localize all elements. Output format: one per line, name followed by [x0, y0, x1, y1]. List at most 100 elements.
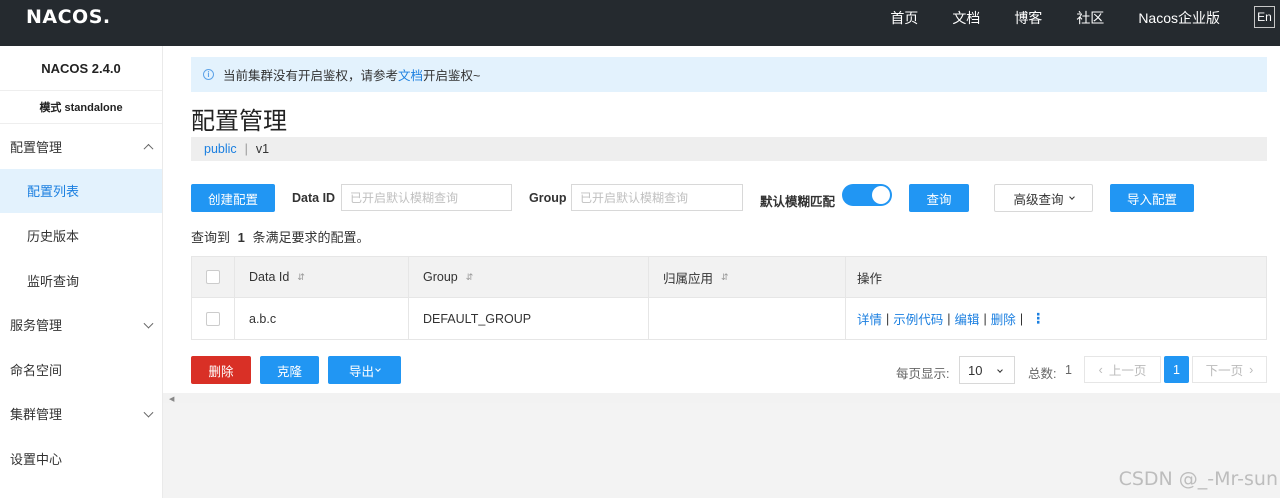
batch-delete-button[interactable]: 删除 — [191, 356, 251, 384]
notice-doc-link[interactable]: 文档 — [398, 65, 423, 84]
sidebar-item-label: 历史版本 — [27, 228, 80, 244]
namespace-link[interactable]: public — [204, 142, 237, 156]
per-page-label: 每页显示: — [896, 367, 950, 381]
cell-group: DEFAULT_GROUP — [409, 298, 649, 339]
table-header: Data Id ⇵ Group ⇵ 归属应用 ⇵ 操作 — [192, 257, 1266, 298]
chevron-down-icon — [997, 367, 1003, 373]
footer-area: CSDN @_-Mr-sun — [163, 403, 1280, 498]
nav-home[interactable]: 首页 — [890, 8, 918, 28]
group-label: Group — [529, 191, 567, 205]
header-ops: 操作 — [846, 257, 1266, 297]
tenant-label[interactable]: v1 — [256, 142, 269, 156]
op-separator: | — [947, 311, 951, 326]
sidebar-item-label: 配置列表 — [27, 184, 80, 200]
sidebar-item-settings[interactable]: 设置中心 — [0, 436, 162, 481]
clone-button[interactable]: 克隆 — [260, 356, 319, 384]
row-check-cell — [192, 298, 235, 339]
next-page-button[interactable]: 下一页 › — [1192, 356, 1267, 383]
csdn-watermark: CSDN @_-Mr-sun — [1118, 468, 1278, 490]
sort-icon[interactable]: ⇵ — [297, 272, 305, 283]
chevron-down-icon — [1068, 193, 1075, 200]
chevron-left-icon: ‹ — [1098, 362, 1103, 377]
top-navbar: NACOS. 首页 文档 博客 社区 Nacos企业版 En — [0, 0, 1280, 46]
header-label: Data Id — [249, 270, 290, 284]
nacos-logo[interactable]: NACOS. — [26, 6, 111, 28]
op-separator: | — [983, 311, 987, 326]
per-page-select[interactable]: 10 — [959, 356, 1015, 384]
sidebar-item-config-list[interactable]: 配置列表 — [0, 168, 162, 214]
import-config-button[interactable]: 导入配置 — [1110, 184, 1194, 212]
notice-prefix: 当前集群没有开启鉴权，请参考 — [223, 69, 399, 83]
header-label: 归属应用 — [663, 271, 714, 286]
search-button[interactable]: 查询 — [909, 184, 969, 212]
delete-link[interactable]: 删除 — [991, 309, 1016, 328]
nav-community[interactable]: 社区 — [1076, 8, 1104, 28]
result-summary: 查询到 1 条满足要求的配置。 — [191, 227, 370, 246]
per-page-value: 10 — [968, 362, 983, 378]
table-row: a.b.c DEFAULT_GROUP 详情 | 示例代码 | 编辑 | 删除 … — [192, 298, 1266, 339]
nav-docs[interactable]: 文档 — [952, 8, 980, 28]
header-dataid[interactable]: Data Id ⇵ — [235, 257, 409, 297]
cell-dataid: a.b.c — [235, 298, 409, 339]
edit-link[interactable]: 编辑 — [955, 309, 980, 328]
sidebar-item-label: 配置管理 — [10, 139, 63, 155]
prev-page-label: 上一页 — [1108, 364, 1147, 378]
header-label: Group — [423, 270, 458, 284]
row-checkbox[interactable] — [206, 311, 220, 326]
sidebar-item-label: 集群管理 — [10, 407, 63, 423]
more-vertical-icon[interactable]: ⋮ — [1031, 310, 1045, 327]
select-all-checkbox[interactable] — [206, 270, 220, 284]
notice-suffix: 开启鉴权~ — [423, 69, 481, 83]
detail-link[interactable]: 详情 — [857, 309, 882, 328]
op-separator: | — [886, 311, 890, 326]
header-check-cell — [192, 257, 235, 297]
sidebar-item-listener-query[interactable]: 监听查询 — [0, 258, 162, 303]
sample-code-link[interactable]: 示例代码 — [893, 309, 943, 328]
header-app[interactable]: 归属应用 ⇵ — [649, 257, 846, 297]
nav-blog[interactable]: 博客 — [1014, 8, 1042, 28]
sidebar-item-config-management[interactable]: 配置管理 — [0, 124, 162, 169]
scroll-left-icon[interactable]: ◀ — [169, 395, 174, 403]
export-button[interactable]: 导出 — [328, 356, 401, 384]
cell-app — [649, 298, 846, 339]
header-label: 操作 — [857, 271, 883, 286]
summary-prefix: 查询到 — [191, 230, 231, 245]
op-separator: | — [1019, 311, 1024, 326]
chevron-down-icon — [143, 318, 154, 329]
sidebar-item-history[interactable]: 历史版本 — [0, 213, 162, 258]
dataid-input[interactable] — [341, 184, 512, 211]
language-switch[interactable]: En — [1254, 6, 1275, 28]
export-label: 导出 — [348, 364, 374, 379]
auth-notice: i 当前集群没有开启鉴权，请参考 文档 开启鉴权~ — [191, 57, 1267, 92]
dataid-label: Data ID — [292, 191, 336, 205]
summary-count: 1 — [237, 230, 245, 245]
prev-page-button[interactable]: ‹ 上一页 — [1084, 356, 1161, 383]
config-table: Data Id ⇵ Group ⇵ 归属应用 ⇵ 操作 a.b.c DEFAULT_G… — [191, 256, 1267, 340]
advanced-search-label: 高级查询 — [1013, 192, 1064, 207]
fuzzy-match-toggle[interactable] — [842, 184, 892, 206]
next-page-label: 下一页 — [1205, 364, 1244, 378]
cell-ops: 详情 | 示例代码 | 编辑 | 删除 | ⋮ — [846, 298, 1266, 339]
header-group[interactable]: Group ⇵ — [409, 257, 649, 297]
advanced-search-button[interactable]: 高级查询 — [994, 184, 1093, 212]
sidebar-item-label: 设置中心 — [10, 451, 63, 467]
version-label: NACOS 2.4.0 — [0, 46, 162, 91]
page-number-current[interactable]: 1 — [1164, 356, 1189, 383]
summary-suffix: 条满足要求的配置。 — [252, 230, 370, 245]
horizontal-scrollbar[interactable]: ◀ — [163, 393, 1280, 403]
group-input[interactable] — [571, 184, 743, 211]
sidebar-item-label: 监听查询 — [27, 273, 80, 289]
sort-icon[interactable]: ⇵ — [721, 272, 729, 283]
sort-icon[interactable]: ⇵ — [466, 272, 474, 283]
chevron-down-icon — [143, 407, 154, 418]
nav-enterprise[interactable]: Nacos企业版 — [1138, 8, 1220, 28]
chevron-right-icon: › — [1249, 362, 1254, 377]
sidebar-item-cluster-management[interactable]: 集群管理 — [0, 392, 162, 437]
create-config-button[interactable]: 创建配置 — [191, 184, 275, 212]
toggle-knob — [872, 186, 890, 204]
fuzzy-match-label: 默认模糊匹配 — [760, 195, 836, 209]
sidebar-item-namespace[interactable]: 命名空间 — [0, 347, 162, 392]
sidebar-item-service-management[interactable]: 服务管理 — [0, 302, 162, 347]
sidebar-item-label: 命名空间 — [10, 362, 63, 378]
sidebar: NACOS 2.4.0 模式 standalone 配置管理 配置列表 历史版本… — [0, 46, 163, 498]
